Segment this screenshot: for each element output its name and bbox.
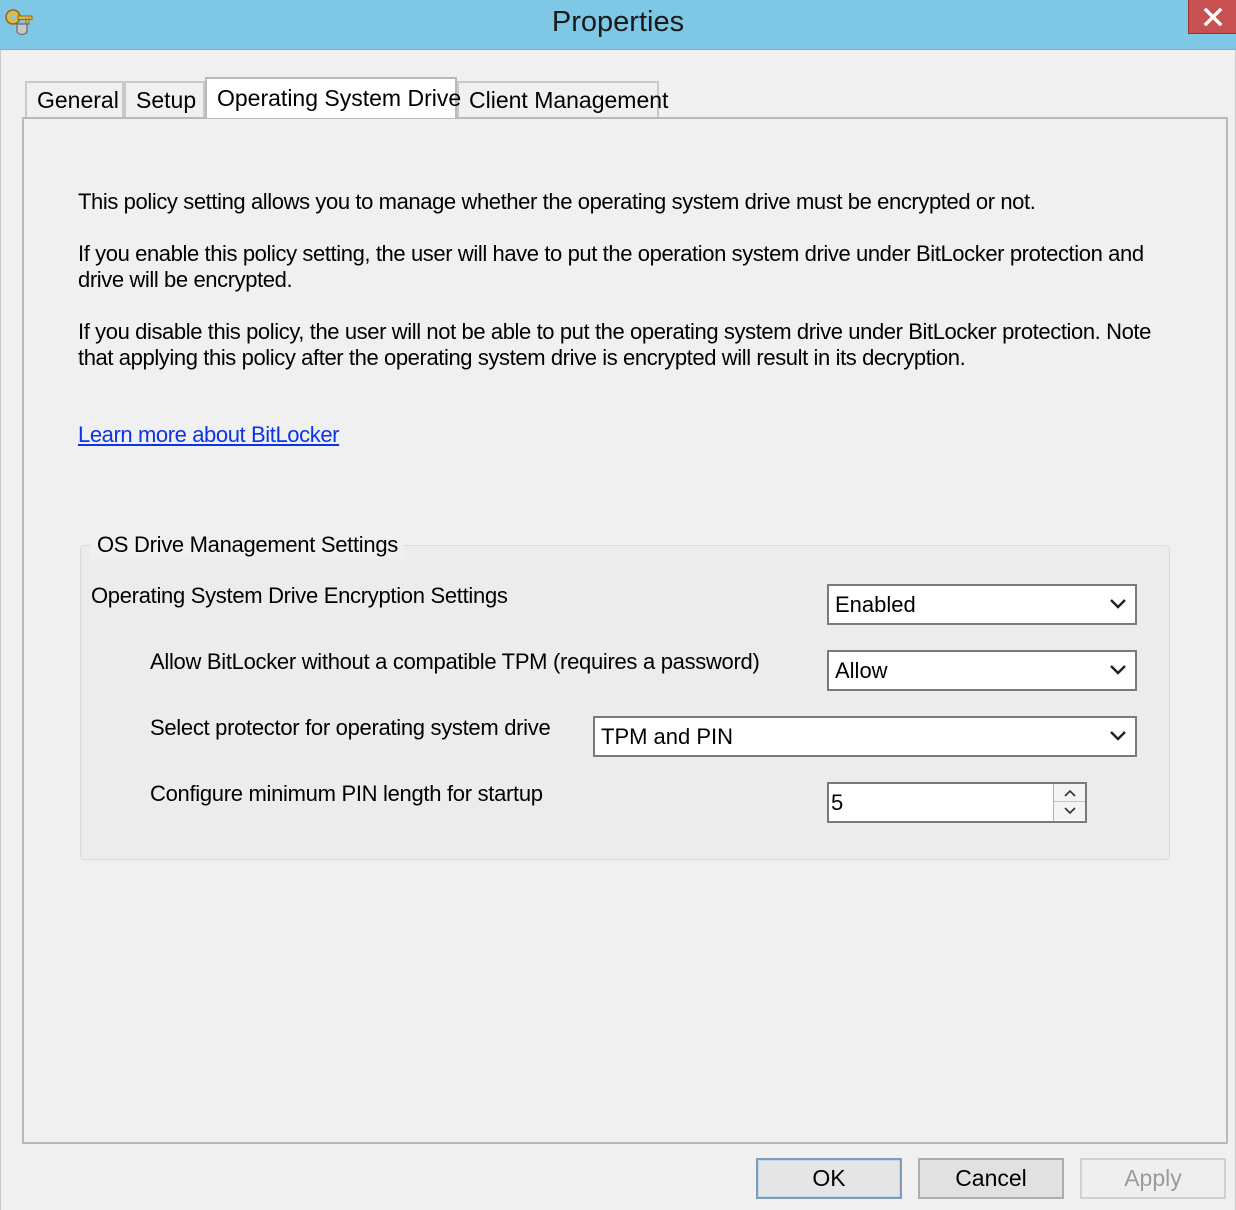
protector-dropdown[interactable]: TPM and PIN (593, 716, 1137, 757)
stepper-value: 5 (831, 790, 844, 815)
tab-page-content: This policy setting allows you to manage… (30, 119, 1220, 1136)
cancel-button[interactable]: Cancel (918, 1158, 1064, 1199)
tab-operating-system-drive[interactable]: Operating System Drive (205, 77, 461, 118)
description-paragraph: This policy setting allows you to manage… (78, 189, 1036, 214)
apply-button[interactable]: Apply (1080, 1158, 1226, 1199)
tab-page-operating-system-drive: This policy setting allows you to manage… (22, 117, 1228, 1144)
chevron-down-icon (1110, 731, 1126, 741)
protector-label: Select protector for operating system dr… (150, 715, 551, 740)
os-drive-settings-group: OS Drive Management Settings Operating S… (80, 531, 1170, 860)
chevron-down-icon (1110, 599, 1126, 609)
tab-label: Setup (136, 87, 197, 113)
group-title: OS Drive Management Settings (91, 531, 404, 559)
description-paragraph: If you enable this policy setting, the u… (78, 241, 1144, 292)
dropdown-value: Allow (835, 658, 888, 683)
dropdown-value: TPM and PIN (601, 724, 734, 749)
ok-button[interactable]: OK (756, 1158, 902, 1199)
tab-label: Client Management (469, 87, 669, 113)
stepper-down-button[interactable] (1054, 802, 1085, 820)
chevron-down-icon (1110, 665, 1126, 675)
dropdown-value: Enabled (835, 592, 916, 617)
stepper-up-button[interactable] (1054, 784, 1085, 802)
stepper-buttons (1053, 784, 1085, 821)
tab-client-management[interactable]: Client Management (457, 81, 668, 117)
chevron-down-icon (1063, 807, 1076, 815)
encryption-settings-label: Operating System Drive Encryption Settin… (91, 583, 508, 608)
close-button[interactable] (1188, 0, 1236, 34)
allow-without-tpm-label: Allow BitLocker without a compatible TPM… (150, 649, 760, 674)
tab-label: Operating System Drive (217, 85, 462, 111)
description-paragraph: If you disable this policy, the user wil… (78, 319, 1151, 370)
window-title: Properties (551, 6, 685, 38)
min-pin-length-stepper[interactable]: 5 (827, 782, 1087, 823)
tab-setup[interactable]: Setup (124, 81, 205, 117)
encryption-settings-dropdown[interactable]: Enabled (827, 584, 1137, 625)
chevron-up-icon (1063, 789, 1076, 797)
title-bar: Properties (0, 0, 1236, 50)
min-pin-length-label: Configure minimum PIN length for startup (150, 781, 543, 806)
allow-without-tpm-dropdown[interactable]: Allow (827, 650, 1137, 691)
tab-label: General (37, 87, 119, 113)
close-icon (1203, 7, 1222, 26)
learn-more-link[interactable]: Learn more about BitLocker (78, 422, 339, 448)
tab-general[interactable]: General (25, 81, 124, 117)
